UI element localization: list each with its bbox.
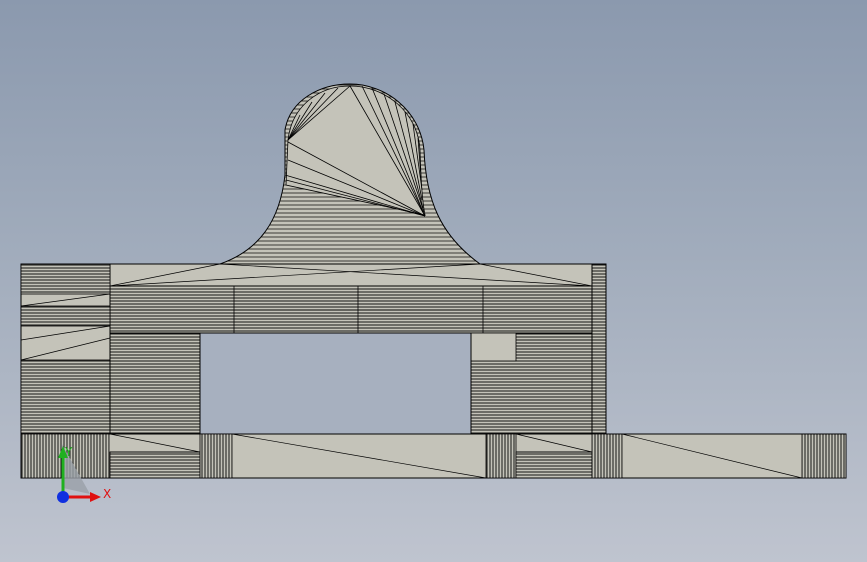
left-column xyxy=(109,332,201,435)
left-block-hatch-low xyxy=(20,359,111,435)
left-block-hatch-mid xyxy=(20,305,111,327)
graphics-viewport[interactable]: Y X xyxy=(0,0,867,562)
base-hatch-6 xyxy=(591,433,623,479)
part-model[interactable] xyxy=(0,0,867,562)
z-axis-dot xyxy=(57,491,69,503)
base-hatch-2 xyxy=(109,451,201,479)
base-hatch-3 xyxy=(199,433,233,479)
base-hatch-4 xyxy=(485,433,517,479)
coordinate-triad[interactable]: Y X xyxy=(48,436,118,516)
right-strip xyxy=(591,263,607,435)
top-beam xyxy=(109,285,593,334)
base-hatch-5 xyxy=(515,451,593,479)
left-block-hatch-top xyxy=(20,263,111,295)
right-column-face xyxy=(470,332,517,362)
base-hatch-7 xyxy=(801,433,847,479)
y-axis-label: Y xyxy=(64,445,73,459)
top-band xyxy=(109,263,593,287)
x-axis-label: X xyxy=(103,487,111,501)
center-opening xyxy=(199,332,472,435)
x-axis-arrow xyxy=(90,492,101,502)
